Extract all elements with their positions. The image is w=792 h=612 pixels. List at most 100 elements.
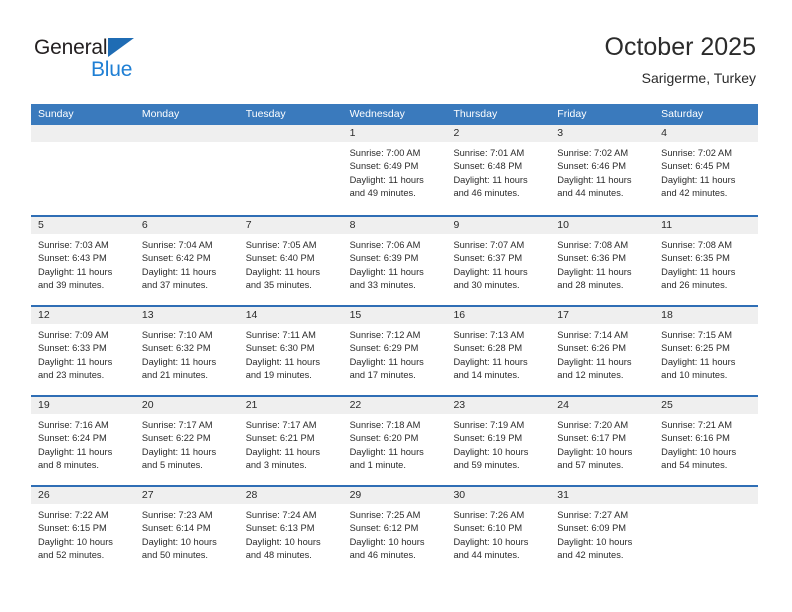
- calendar-day-cell[interactable]: 31 Sunrise: 7:27 AM Sunset: 6:09 PM Dayligh…: [550, 487, 655, 575]
- day-details: Sunrise: 7:10 AM Sunset: 6:32 PM Daylight:…: [135, 324, 239, 382]
- calendar-day-cell[interactable]: 16 Sunrise: 7:13 AM Sunset: 6:28 PM Dayligh…: [446, 307, 551, 395]
- sunset-time: Sunset: 6:12 PM: [349, 523, 419, 534]
- calendar-day-cell[interactable]: 30 Sunrise: 7:26 AM Sunset: 6:10 PM Dayligh…: [446, 487, 551, 575]
- day-details: Sunrise: 7:03 AM Sunset: 6:43 PM Daylight:…: [31, 234, 135, 292]
- day-number: [238, 125, 343, 142]
- daylight-duration-line1: Daylight: 11 hours: [661, 266, 736, 277]
- calendar-day-cell[interactable]: 4 Sunrise: 7:02 AM Sunset: 6:45 PM Daylight…: [654, 125, 759, 215]
- calendar-day-cell[interactable]: 19 Sunrise: 7:16 AM Sunset: 6:24 PM Dayligh…: [31, 397, 135, 485]
- sunrise-time: Sunrise: 7:18 AM: [349, 420, 421, 430]
- calendar-day-cell[interactable]: 3 Sunrise: 7:02 AM Sunset: 6:46 PM Daylight…: [550, 125, 655, 215]
- calendar-day-cell[interactable]: 17 Sunrise: 7:14 AM Sunset: 6:26 PM Dayligh…: [550, 307, 655, 395]
- day-details: Sunrise: 7:21 AM Sunset: 6:16 PM Daylight:…: [654, 414, 758, 472]
- day-details: Sunrise: 7:13 AM Sunset: 6:28 PM Daylight:…: [446, 324, 550, 382]
- calendar-day-cell[interactable]: 23 Sunrise: 7:19 AM Sunset: 6:19 PM Dayligh…: [446, 397, 551, 485]
- day-details: Sunrise: 7:17 AM Sunset: 6:22 PM Daylight:…: [135, 414, 239, 472]
- calendar-day-cell[interactable]: 15 Sunrise: 7:12 AM Sunset: 6:29 PM Dayligh…: [342, 307, 447, 395]
- page-title: October 2025: [604, 33, 757, 61]
- sunset-time: Sunset: 6:46 PM: [557, 161, 627, 172]
- daylight-duration-line2: and 57 minutes.: [557, 459, 624, 470]
- daylight-duration-line1: Daylight: 11 hours: [661, 174, 736, 185]
- calendar-day-cell[interactable]: 5 Sunrise: 7:03 AM Sunset: 6:43 PM Daylight…: [31, 217, 135, 305]
- calendar-day-cell[interactable]: 2 Sunrise: 7:01 AM Sunset: 6:48 PM Daylight…: [446, 125, 551, 215]
- calendar-day-cell[interactable]: 10 Sunrise: 7:08 AM Sunset: 6:36 PM Dayligh…: [550, 217, 655, 305]
- sunrise-time: Sunrise: 7:23 AM: [141, 510, 213, 520]
- calendar-page: General Blue October 2025 Sarigerme, Tur…: [0, 0, 792, 612]
- day-details: Sunrise: 7:00 AM Sunset: 6:49 PM Daylight:…: [343, 142, 447, 200]
- calendar-day-cell[interactable]: 11 Sunrise: 7:08 AM Sunset: 6:35 PM Dayligh…: [654, 217, 759, 305]
- calendar-day-cell[interactable]: 8 Sunrise: 7:06 AM Sunset: 6:39 PM Daylight…: [342, 217, 447, 305]
- daylight-duration-line2: and 3 minutes.: [245, 459, 307, 470]
- day-number: 23: [446, 397, 551, 414]
- day-number: 7: [238, 217, 343, 234]
- sunset-time: Sunset: 6:24 PM: [38, 433, 107, 444]
- daylight-duration-line1: Daylight: 11 hours: [38, 266, 113, 277]
- day-header-thursday: Thursday: [453, 108, 498, 120]
- day-number: 9: [446, 217, 551, 234]
- sunrise-time: Sunrise: 7:04 AM: [141, 240, 213, 250]
- sunset-time: Sunset: 6:15 PM: [38, 523, 107, 534]
- calendar-day-cell[interactable]: 1 Sunrise: 7:00 AM Sunset: 6:49 PM Daylight…: [342, 125, 447, 215]
- calendar-day-cell-empty: [31, 125, 135, 215]
- calendar-day-cell[interactable]: 28 Sunrise: 7:24 AM Sunset: 6:13 PM Dayligh…: [238, 487, 343, 575]
- day-details: Sunrise: 7:02 AM Sunset: 6:46 PM Daylight:…: [550, 142, 654, 200]
- calendar-day-cell[interactable]: 14 Sunrise: 7:11 AM Sunset: 6:30 PM Dayligh…: [238, 307, 343, 395]
- general-blue-logo[interactable]: General Blue: [34, 36, 164, 84]
- page-header: General Blue October 2025 Sarigerme, Tur…: [0, 0, 792, 104]
- daylight-duration-line2: and 44 minutes.: [557, 187, 624, 198]
- daylight-duration-line2: and 8 minutes.: [38, 459, 99, 470]
- sunrise-time: Sunrise: 7:02 AM: [661, 148, 732, 158]
- day-details: Sunrise: 7:20 AM Sunset: 6:17 PM Daylight:…: [550, 414, 654, 472]
- sunset-time: Sunset: 6:32 PM: [141, 343, 211, 354]
- calendar-day-cell[interactable]: 27 Sunrise: 7:23 AM Sunset: 6:14 PM Dayligh…: [134, 487, 239, 575]
- calendar-day-cell[interactable]: 22 Sunrise: 7:18 AM Sunset: 6:20 PM Dayligh…: [342, 397, 447, 485]
- sunrise-time: Sunrise: 7:10 AM: [141, 330, 213, 340]
- day-number: 3: [550, 125, 655, 142]
- calendar-day-cell[interactable]: 24 Sunrise: 7:20 AM Sunset: 6:17 PM Dayligh…: [550, 397, 655, 485]
- sunrise-time: Sunrise: 7:09 AM: [38, 330, 109, 340]
- day-details: Sunrise: 7:01 AM Sunset: 6:48 PM Daylight:…: [446, 142, 550, 200]
- daylight-duration-line1: Daylight: 10 hours: [245, 536, 321, 547]
- calendar-day-cell[interactable]: 12 Sunrise: 7:09 AM Sunset: 6:33 PM Dayligh…: [31, 307, 135, 395]
- sunrise-time: Sunrise: 7:17 AM: [141, 420, 213, 430]
- title-block: October 2025 Sarigerme, Turkey: [605, 32, 757, 88]
- calendar-day-cell[interactable]: 29 Sunrise: 7:25 AM Sunset: 6:12 PM Dayligh…: [342, 487, 447, 575]
- daylight-duration-line2: and 17 minutes.: [349, 369, 416, 380]
- calendar-day-cell[interactable]: 7 Sunrise: 7:05 AM Sunset: 6:40 PM Daylight…: [238, 217, 343, 305]
- daylight-duration-line2: and 37 minutes.: [141, 279, 209, 290]
- daylight-duration-line2: and 46 minutes.: [349, 549, 416, 560]
- day-details: Sunrise: 7:12 AM Sunset: 6:29 PM Daylight:…: [343, 324, 447, 382]
- day-header-saturday: Saturday: [661, 108, 704, 120]
- daylight-duration-line2: and 26 minutes.: [661, 279, 728, 290]
- sunrise-time: Sunrise: 7:11 AM: [245, 330, 316, 340]
- calendar-day-cell[interactable]: 20 Sunrise: 7:17 AM Sunset: 6:22 PM Dayligh…: [134, 397, 239, 485]
- daylight-duration-line2: and 19 minutes.: [245, 369, 312, 380]
- daylight-duration-line2: and 21 minutes.: [141, 369, 209, 380]
- calendar-day-cell-empty: [238, 125, 343, 215]
- sunrise-time: Sunrise: 7:25 AM: [349, 510, 421, 520]
- calendar-day-cell-empty: [134, 125, 239, 215]
- daylight-duration-line1: Daylight: 11 hours: [38, 356, 113, 367]
- day-number: 11: [654, 217, 759, 234]
- calendar-week-row: 1 Sunrise: 7:00 AM Sunset: 6:49 PM Daylight…: [31, 125, 759, 215]
- sunset-time: Sunset: 6:30 PM: [245, 343, 315, 354]
- calendar-day-cell[interactable]: 26 Sunrise: 7:22 AM Sunset: 6:15 PM Dayligh…: [31, 487, 135, 575]
- sunrise-time: Sunrise: 7:02 AM: [557, 148, 629, 158]
- calendar-day-cell[interactable]: 6 Sunrise: 7:04 AM Sunset: 6:42 PM Daylight…: [134, 217, 239, 305]
- calendar-day-cell[interactable]: 21 Sunrise: 7:17 AM Sunset: 6:21 PM Dayligh…: [238, 397, 343, 485]
- sunset-time: Sunset: 6:43 PM: [38, 253, 107, 264]
- sunset-time: Sunset: 6:13 PM: [245, 523, 315, 534]
- sunrise-time: Sunrise: 7:22 AM: [38, 510, 109, 520]
- calendar-day-cell[interactable]: 18 Sunrise: 7:15 AM Sunset: 6:25 PM Dayligh…: [654, 307, 759, 395]
- daylight-duration-line2: and 10 minutes.: [661, 369, 728, 380]
- sunset-time: Sunset: 6:25 PM: [661, 343, 730, 354]
- calendar-day-cell[interactable]: 9 Sunrise: 7:07 AM Sunset: 6:37 PM Daylight…: [446, 217, 551, 305]
- day-number: 1: [342, 125, 447, 142]
- day-details: Sunrise: 7:23 AM Sunset: 6:14 PM Daylight:…: [135, 504, 239, 562]
- daylight-duration-line2: and 48 minutes.: [245, 549, 312, 560]
- daylight-duration-line1: Daylight: 11 hours: [557, 356, 632, 367]
- day-number: 28: [238, 487, 343, 504]
- day-number: 18: [654, 307, 759, 324]
- calendar-day-cell[interactable]: 25 Sunrise: 7:21 AM Sunset: 6:16 PM Dayligh…: [654, 397, 759, 485]
- calendar-day-cell[interactable]: 13 Sunrise: 7:10 AM Sunset: 6:32 PM Dayligh…: [134, 307, 239, 395]
